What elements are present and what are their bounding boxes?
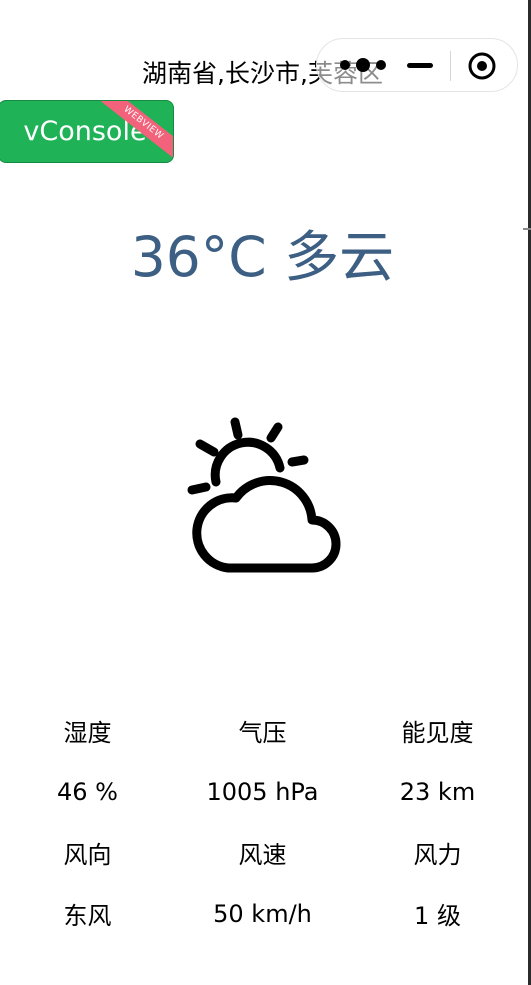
stat-labels-row-2: 风向 风速 风力 bbox=[0, 822, 525, 883]
minimize-icon[interactable] bbox=[407, 63, 433, 68]
stat-label-humidity: 湿度 bbox=[63, 719, 112, 747]
capsule-divider bbox=[450, 51, 451, 81]
stat-value-wind-speed: 50 km/h bbox=[213, 899, 312, 928]
weather-stats: 湿度 气压 能见度 46 % 1005 hPa 23 km 风向 风速 风力 东… bbox=[0, 700, 525, 944]
target-circle-icon[interactable] bbox=[467, 51, 497, 81]
stat-value-visibility: 23 km bbox=[399, 777, 476, 806]
more-dots-icon[interactable] bbox=[337, 53, 401, 77]
weather-summary: 36°C 多云 bbox=[130, 225, 395, 289]
partly-cloudy-icon bbox=[187, 417, 341, 573]
weather-page: 湖南省,长沙市,芙蓉区 vConsole WEBVIEW 36°C 多云 湿度 … bbox=[0, 0, 531, 985]
stat-value-wind-direction: 东风 bbox=[63, 902, 112, 930]
stat-values-row-1: 46 % 1005 hPa 23 km bbox=[0, 761, 525, 822]
stat-labels-row-1: 湿度 气压 能见度 bbox=[0, 700, 525, 761]
vconsole-button[interactable]: vConsole WEBVIEW bbox=[0, 100, 174, 163]
stat-label-visibility: 能见度 bbox=[401, 719, 474, 747]
stat-label-wind-force: 风力 bbox=[413, 841, 462, 869]
stat-values-row-2: 东风 50 km/h 1 级 bbox=[0, 883, 525, 944]
stat-value-pressure: 1005 hPa bbox=[206, 777, 319, 806]
stat-value-wind-force: 1 级 bbox=[414, 902, 461, 930]
stat-label-wind-direction: 风向 bbox=[63, 841, 112, 869]
stat-label-pressure: 气压 bbox=[238, 719, 287, 747]
stat-label-wind-speed: 风速 bbox=[238, 841, 287, 869]
stat-value-humidity: 46 % bbox=[57, 777, 118, 806]
miniprogram-capsule bbox=[316, 38, 518, 92]
